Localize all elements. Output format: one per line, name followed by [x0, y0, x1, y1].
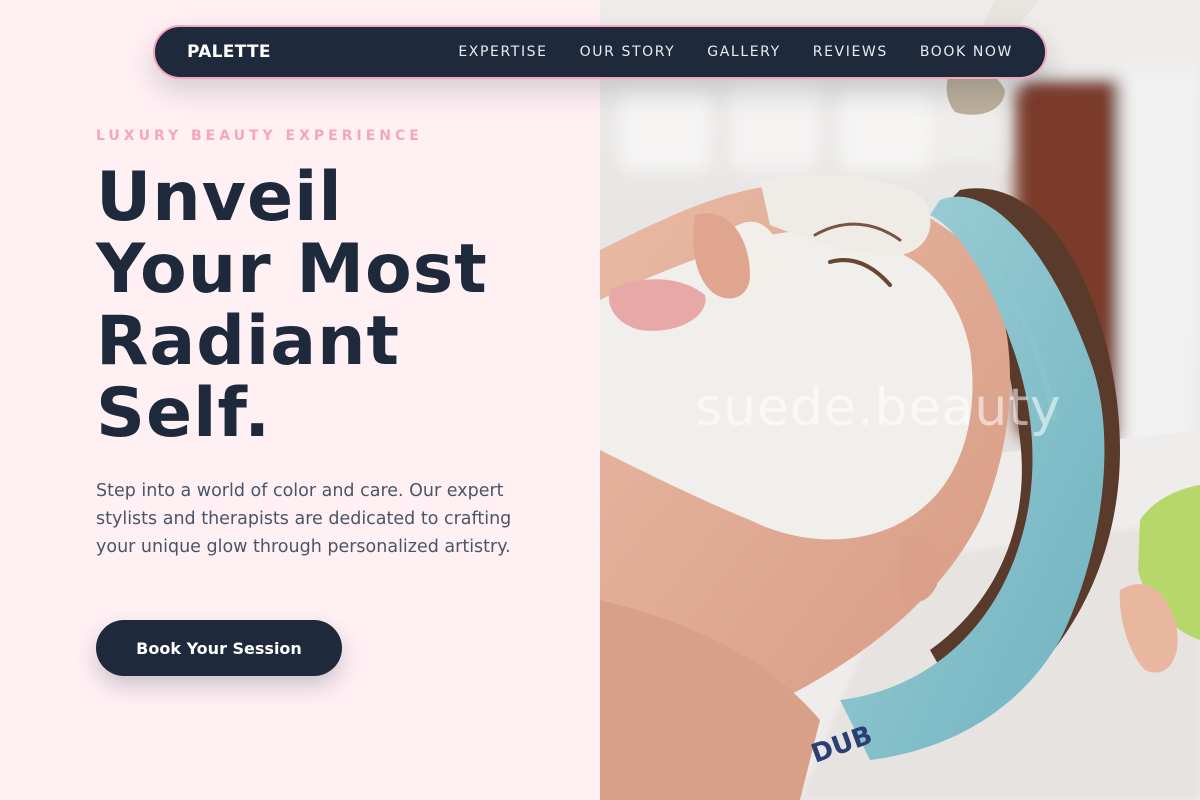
- brand-logo[interactable]: PALETTE: [187, 42, 271, 62]
- nav-links: EXPERTISE OUR STORY GALLERY REVIEWS BOOK…: [426, 44, 1013, 60]
- headline-line: Radiant: [96, 302, 401, 381]
- headline-line: Your Most: [96, 230, 488, 309]
- nav-link-book-now[interactable]: BOOK NOW: [920, 44, 1013, 60]
- book-session-button[interactable]: Book Your Session: [96, 620, 342, 676]
- nav-link-our-story[interactable]: OUR STORY: [580, 44, 676, 60]
- main-navbar: PALETTE EXPERTISE OUR STORY GALLERY REVI…: [153, 25, 1047, 79]
- hero-photo: DUB suede.beauty: [600, 0, 1200, 800]
- nav-link-expertise[interactable]: EXPERTISE: [458, 44, 547, 60]
- hero-description: Step into a world of color and care. Our…: [96, 481, 512, 557]
- headline-line: Self.: [96, 374, 272, 453]
- photo-watermark: suede.beauty: [695, 378, 1062, 438]
- nav-link-reviews[interactable]: REVIEWS: [813, 44, 888, 60]
- hero-eyebrow: LUXURY BEAUTY EXPERIENCE: [96, 128, 423, 144]
- hero-left-panel: LUXURY BEAUTY EXPERIENCE Unveil Your Mos…: [0, 0, 600, 800]
- headline-line: Unveil: [96, 158, 343, 237]
- hero-headline: Unveil Your Most Radiant Self.: [96, 162, 488, 450]
- nav-link-gallery[interactable]: GALLERY: [707, 44, 780, 60]
